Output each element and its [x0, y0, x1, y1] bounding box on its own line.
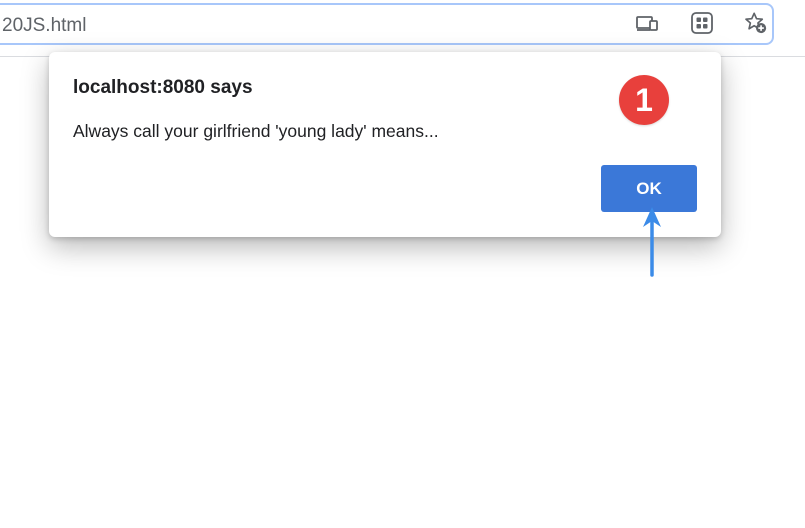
step-number-badge: 1	[619, 75, 669, 125]
bookmark-star-add-icon[interactable]	[744, 11, 768, 35]
url-text[interactable]: 20JS.html	[2, 15, 86, 37]
dialog-title: localhost:8080 says	[73, 77, 253, 98]
alert-dialog: localhost:8080 says Always call your gir…	[49, 52, 721, 237]
browser-toolbar: 20JS.html	[0, 0, 805, 57]
extensions-grid-icon[interactable]	[690, 11, 714, 35]
dialog-message: Always call your girlfriend 'young lady'…	[73, 121, 439, 141]
cast-device-icon[interactable]	[635, 11, 659, 35]
pointer-arrow-icon	[643, 207, 661, 277]
